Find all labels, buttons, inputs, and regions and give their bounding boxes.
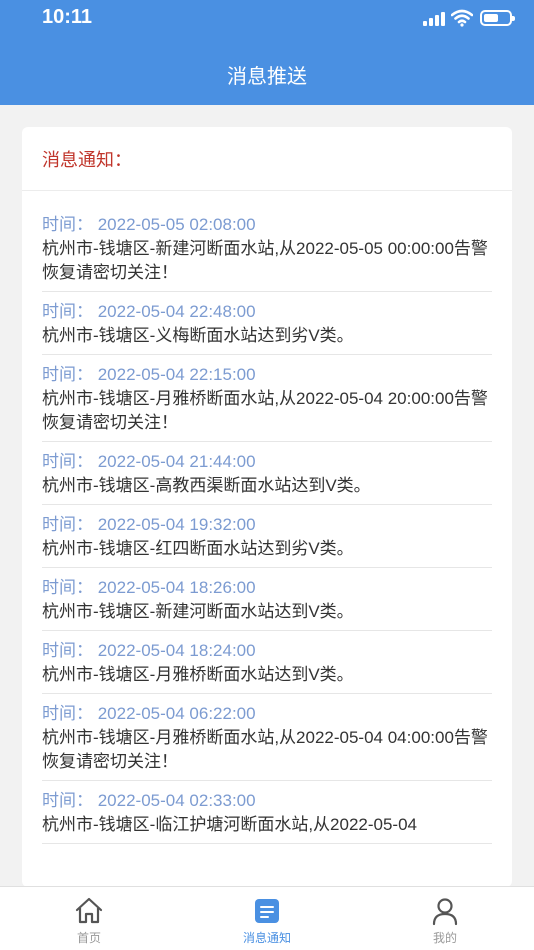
message-list[interactable]: 时间： 2022-05-05 02:08:00 杭州市-钱塘区-新建河断面水站,… <box>22 191 512 844</box>
message-time: 时间： 2022-05-04 18:26:00 <box>42 578 256 597</box>
message-time: 时间： 2022-05-04 18:24:00 <box>42 641 256 660</box>
message-item[interactable]: 时间： 2022-05-04 18:26:00 杭州市-钱塘区-新建河断面水站达… <box>42 568 492 631</box>
message-text: 杭州市-钱塘区-月雅桥断面水站,从2022-05-04 04:00:00告警恢复… <box>42 728 488 771</box>
message-time: 时间： 2022-05-04 02:33:00 <box>42 791 256 810</box>
bottom-tab-bar: 首页 消息通知 我的 <box>0 886 534 950</box>
message-item[interactable]: 时间： 2022-05-04 06:22:00 杭州市-钱塘区-月雅桥断面水站,… <box>42 694 492 781</box>
message-item[interactable]: 时间： 2022-05-04 19:32:00 杭州市-钱塘区-红四断面水站达到… <box>42 505 492 568</box>
card-header: 消息通知： <box>22 127 512 191</box>
tab-label: 我的 <box>432 931 457 945</box>
message-text: 杭州市-钱塘区-高教西渠断面水站达到V类。 <box>42 476 371 495</box>
message-card: 消息通知： 时间： 2022-05-05 02:08:00 杭州市-钱塘区-新建… <box>22 127 512 887</box>
message-item[interactable]: 时间： 2022-05-04 22:48:00 杭州市-钱塘区-义梅断面水站达到… <box>42 292 492 355</box>
status-time: 10:11 <box>42 6 93 28</box>
status-bar: 10:11 <box>0 0 534 40</box>
message-item[interactable]: 时间： 2022-05-04 21:44:00 杭州市-钱塘区-高教西渠断面水站… <box>42 442 492 505</box>
tab-label: 消息通知 <box>242 931 291 945</box>
message-time: 时间： 2022-05-04 06:22:00 <box>42 704 256 723</box>
message-time: 时间： 2022-05-04 19:32:00 <box>42 515 256 534</box>
message-item[interactable]: 时间： 2022-05-05 02:08:00 杭州市-钱塘区-新建河断面水站,… <box>42 205 492 292</box>
home-icon <box>75 897 103 924</box>
message-text: 杭州市-钱塘区-月雅桥断面水站,从2022-05-04 20:00:00告警恢复… <box>42 389 488 432</box>
message-time: 时间： 2022-05-04 22:48:00 <box>42 302 256 321</box>
user-icon <box>432 898 458 926</box>
message-time: 时间： 2022-05-05 02:08:00 <box>42 215 256 234</box>
message-time: 时间： 2022-05-04 22:15:00 <box>42 365 256 384</box>
message-text: 杭州市-钱塘区-新建河断面水站,从2022-05-05 00:00:00告警恢复… <box>42 239 488 282</box>
tab-home[interactable]: 首页 <box>0 887 178 950</box>
signal-icon <box>423 12 445 26</box>
message-time: 时间： 2022-05-04 21:44:00 <box>42 452 256 471</box>
message-text: 杭州市-钱塘区-新建河断面水站达到V类。 <box>42 602 354 621</box>
app-header: 10:11 消息推送 <box>0 0 534 105</box>
message-item[interactable]: 时间： 2022-05-04 02:33:00 杭州市-钱塘区-临江护塘河断面水… <box>42 781 492 844</box>
message-text: 杭州市-钱塘区-义梅断面水站达到劣V类。 <box>42 326 354 345</box>
card-title: 消息通知： <box>42 149 132 171</box>
battery-icon <box>480 10 515 26</box>
message-text: 杭州市-钱塘区-临江护塘河断面水站,从2022-05-04 <box>42 815 418 834</box>
message-text: 杭州市-钱塘区-红四断面水站达到劣V类。 <box>42 539 354 558</box>
tab-messages[interactable]: 消息通知 <box>178 887 356 950</box>
message-text: 杭州市-钱塘区-月雅桥断面水站达到V类。 <box>42 665 354 684</box>
wifi-icon <box>451 9 473 27</box>
page-title: 消息推送 <box>227 64 307 88</box>
message-item[interactable]: 时间： 2022-05-04 18:24:00 杭州市-钱塘区-月雅桥断面水站达… <box>42 631 492 694</box>
message-icon <box>255 899 279 923</box>
message-item[interactable]: 时间： 2022-05-04 22:15:00 杭州市-钱塘区-月雅桥断面水站,… <box>42 355 492 442</box>
tab-profile[interactable]: 我的 <box>356 887 534 950</box>
tab-label: 首页 <box>76 931 101 945</box>
